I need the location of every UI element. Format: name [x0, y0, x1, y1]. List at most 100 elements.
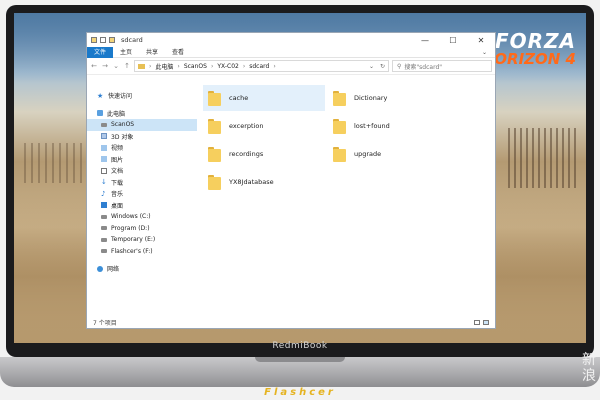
- nav-label: Temporary (E:): [111, 236, 156, 244]
- window-title: sdcard: [121, 36, 143, 44]
- ribbon-tabs: 文件 主页 共享 查看 ⌄: [87, 46, 495, 58]
- folder-name: upgrade: [354, 150, 382, 158]
- nav-label: 图片: [111, 156, 124, 164]
- folder-name: Dictionary: [354, 94, 388, 102]
- expand-ribbon-icon[interactable]: ⌄: [482, 49, 487, 56]
- computer-icon: [97, 110, 103, 117]
- folder-name: cache: [229, 94, 249, 102]
- nav-item-pictures[interactable]: 图片: [87, 154, 197, 166]
- tab-share[interactable]: 共享: [139, 47, 165, 58]
- folder-icon: [208, 146, 221, 162]
- forward-arrow-icon[interactable]: →: [101, 62, 109, 70]
- nav-item-drive-e[interactable]: Temporary (E:): [87, 234, 197, 246]
- search-icon: ⚲: [397, 62, 402, 70]
- close-button[interactable]: ✕: [467, 33, 495, 47]
- wallpaper-fence: [508, 128, 578, 188]
- refresh-icon[interactable]: ↻: [380, 63, 385, 70]
- search-box[interactable]: ⚲ 搜索"sdcard": [392, 60, 492, 72]
- breadcrumb-separator-icon: ›: [210, 62, 214, 70]
- nav-label: 桌面: [111, 202, 124, 210]
- drive-icon: [101, 249, 107, 254]
- file-list: cache Dictionary excerption lost+found r…: [197, 76, 495, 317]
- folder-item-recordings[interactable]: recordings: [203, 141, 325, 167]
- nav-quick-access[interactable]: ★ 快速访问: [87, 90, 197, 102]
- address-bar[interactable]: › 此电脑 › ScanOS › YX-C02 › sdcard › ⌄ ↻: [134, 60, 389, 72]
- nav-label: 下载: [111, 179, 124, 187]
- folder-name: YX8Jdatabase: [229, 178, 274, 186]
- folder-item-lost-found[interactable]: lost+found: [328, 113, 450, 139]
- picture-icon: [101, 156, 107, 163]
- nav-label: 此电脑: [107, 110, 126, 118]
- large-icons-view-icon[interactable]: [483, 320, 489, 325]
- folder-icon: [208, 174, 221, 190]
- breadcrumb-separator-icon: ›: [149, 62, 152, 70]
- folder-item-cache[interactable]: cache: [203, 85, 325, 111]
- music-note-icon: ♪: [101, 189, 106, 198]
- new-folder-icon[interactable]: [109, 37, 115, 43]
- nav-item-drive-f[interactable]: Flashcer's (F:): [87, 246, 197, 258]
- nav-label: 视频: [111, 145, 124, 153]
- up-arrow-icon[interactable]: ↑: [123, 62, 131, 70]
- watermark: Flashcer: [264, 387, 336, 398]
- tab-view[interactable]: 查看: [165, 47, 191, 58]
- folder-item-yx8jdatabase[interactable]: YX8Jdatabase: [203, 169, 325, 195]
- quick-access-toolbar: [91, 37, 115, 43]
- folder-item-excerption[interactable]: excerption: [203, 113, 325, 139]
- breadcrumb-separator-icon: ›: [177, 62, 180, 70]
- breadcrumb-yx-c02[interactable]: YX-C02: [217, 63, 238, 70]
- folder-icon: [208, 90, 221, 106]
- nav-network[interactable]: 网络: [87, 263, 197, 275]
- tab-home[interactable]: 主页: [113, 47, 139, 58]
- back-arrow-icon[interactable]: ←: [90, 62, 98, 70]
- cube-icon: [101, 133, 107, 140]
- wallpaper-fence-left: [24, 143, 84, 183]
- star-icon: ★: [97, 91, 104, 100]
- recent-locations-icon[interactable]: ⌄: [112, 62, 120, 70]
- search-input[interactable]: 搜索"sdcard": [404, 62, 442, 71]
- title-bar[interactable]: sdcard — ☐ ✕: [87, 33, 495, 47]
- document-icon: [101, 167, 107, 174]
- folder-icon: [333, 118, 346, 134]
- download-arrow-icon: ↓: [101, 178, 107, 187]
- navigation-bar: ← → ⌄ ↑ › 此电脑 › ScanOS › YX-C02 › sdcard…: [87, 58, 495, 75]
- folder-item-dictionary[interactable]: Dictionary: [328, 85, 450, 111]
- breadcrumb-sdcard[interactable]: sdcard: [249, 63, 269, 70]
- breadcrumb-scanos[interactable]: ScanOS: [184, 63, 207, 70]
- nav-item-downloads[interactable]: ↓ 下载: [87, 177, 197, 189]
- tab-file[interactable]: 文件: [87, 46, 114, 58]
- folder-name: recordings: [229, 150, 264, 158]
- properties-icon[interactable]: [100, 37, 106, 43]
- maximize-button[interactable]: ☐: [439, 33, 467, 47]
- nav-item-videos[interactable]: 视频: [87, 142, 197, 154]
- nav-item-desktop[interactable]: 桌面: [87, 200, 197, 212]
- device-icon: [101, 122, 107, 127]
- nav-item-drive-c[interactable]: Windows (C:): [87, 211, 197, 223]
- nav-item-scanos[interactable]: ScanOS: [87, 119, 197, 131]
- minimize-button[interactable]: —: [411, 33, 439, 47]
- breadcrumb-this-pc[interactable]: 此电脑: [155, 62, 173, 71]
- drive-icon: [101, 237, 107, 242]
- nav-item-music[interactable]: ♪ 音乐: [87, 188, 197, 200]
- drive-icon: [101, 226, 107, 231]
- folder-icon: [208, 118, 221, 134]
- laptop-brand: RedmiBook: [272, 341, 328, 351]
- nav-item-documents[interactable]: 文档: [87, 165, 197, 177]
- address-dropdown-icon[interactable]: ⌄: [369, 63, 374, 70]
- nav-label: Windows (C:): [111, 213, 151, 221]
- file-explorer-window[interactable]: sdcard — ☐ ✕ 文件 主页 共享 查看 ⌄ ← → ⌄ ↑ › 此电脑…: [86, 32, 496, 329]
- folder-icon: [333, 146, 346, 162]
- nav-label: 网络: [107, 266, 120, 274]
- folder-icon: [333, 90, 346, 106]
- nav-label: 快速访问: [108, 93, 133, 101]
- breadcrumb-separator-icon: ›: [273, 62, 276, 70]
- folder-item-upgrade[interactable]: upgrade: [328, 141, 450, 167]
- nav-label: Program (D:): [111, 224, 150, 232]
- nav-item-3d-objects[interactable]: 3D 对象: [87, 131, 197, 143]
- nav-label: 音乐: [111, 191, 124, 199]
- laptop-hinge-notch: [255, 357, 345, 362]
- details-view-icon[interactable]: [474, 320, 480, 325]
- nav-item-drive-d[interactable]: Program (D:): [87, 223, 197, 235]
- item-count: 7 个项目: [93, 320, 117, 327]
- navigation-pane: ★ 快速访问 此电脑 ScanOS 3D 对象 视频 图片 文档 ↓ 下载 ♪ …: [87, 76, 197, 317]
- nav-this-pc[interactable]: 此电脑: [87, 108, 197, 120]
